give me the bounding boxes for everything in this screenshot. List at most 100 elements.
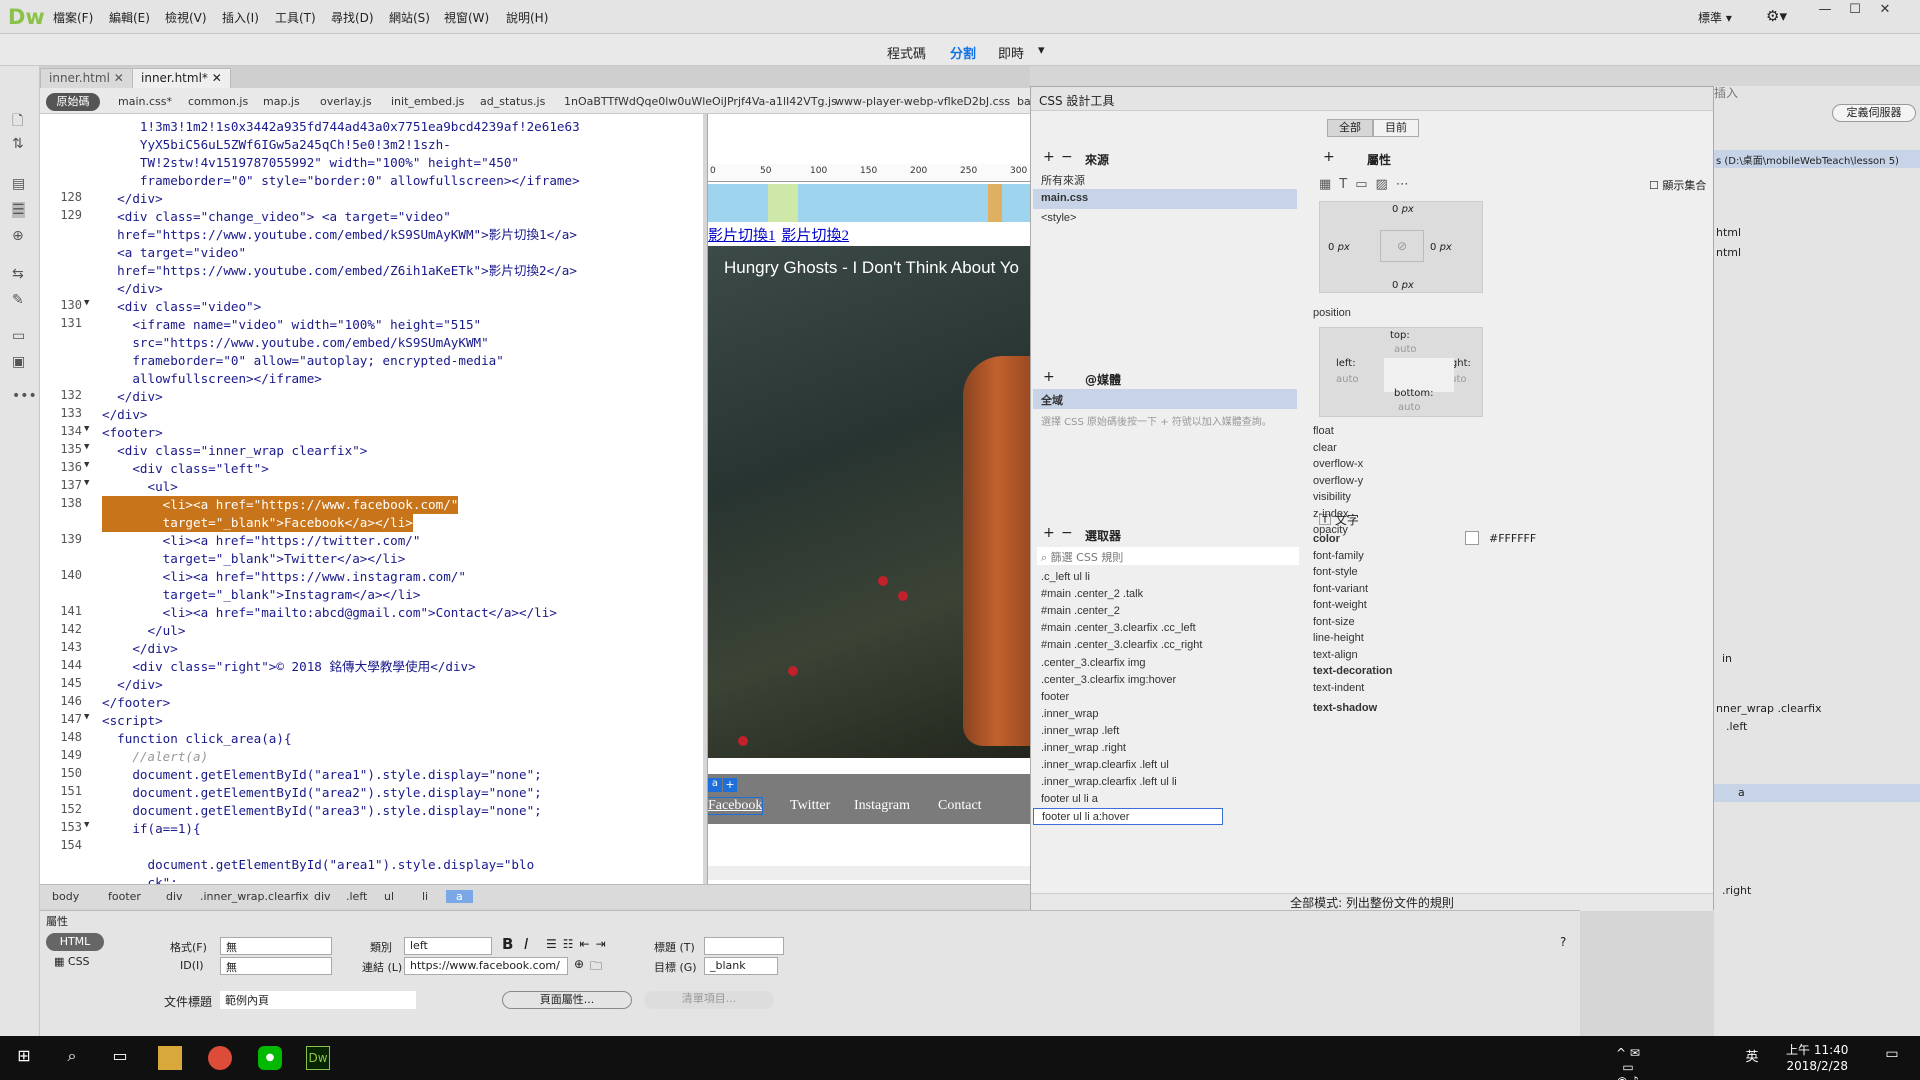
crumb-inner-wrap[interactable]: .inner_wrap.clearfix xyxy=(200,890,309,903)
menu-view[interactable]: 檢視(V) xyxy=(165,9,207,26)
selector-item[interactable]: #main .center_2 .talk xyxy=(1033,586,1297,603)
color-swatch[interactable] xyxy=(1465,531,1479,545)
tray-icons[interactable]: ^ ✉ ▭ ◉ ♪ xyxy=(1616,1046,1640,1080)
close-icon[interactable]: ✕ xyxy=(212,71,222,85)
dom-item-selected[interactable]: a xyxy=(1714,784,1920,802)
close-icon[interactable]: ✕ xyxy=(1870,0,1900,22)
selector-filter-input[interactable]: ⌕ 篩選 CSS 規則 xyxy=(1037,547,1299,565)
chrome-icon[interactable] xyxy=(208,1046,232,1070)
footer-link-facebook[interactable]: Facebook xyxy=(708,797,764,815)
css-property-text-indent[interactable]: text-indent xyxy=(1313,682,1364,694)
title-input[interactable] xyxy=(704,937,784,955)
tag-badge[interactable]: a xyxy=(708,778,722,792)
gear-icon[interactable]: ⚙▾ xyxy=(1766,7,1787,25)
show-set-checkbox[interactable]: ☐ 顯示集合 xyxy=(1649,177,1706,193)
ime-indicator[interactable]: 英 xyxy=(1740,1046,1764,1070)
css-property-text-shadow[interactable]: text-shadow xyxy=(1313,702,1377,714)
source-main-css[interactable]: main.css xyxy=(1033,189,1297,209)
doc-title-input[interactable]: 範例內頁 xyxy=(220,991,416,1009)
file-item[interactable]: html xyxy=(1716,226,1741,239)
crumb-div[interactable]: div xyxy=(166,890,183,903)
css-property-color[interactable]: color xyxy=(1313,533,1340,545)
comment-icon[interactable]: ▭ xyxy=(12,328,25,344)
footer-link-instagram[interactable]: Instagram xyxy=(854,798,910,814)
selector-item[interactable]: .center_3.clearfix img xyxy=(1033,655,1297,672)
minimize-icon[interactable]: — xyxy=(1810,0,1840,22)
add-icon[interactable]: + xyxy=(723,778,737,792)
workspace-select[interactable]: 標準 ▾ xyxy=(1698,9,1732,26)
code-view-button[interactable]: 程式碼 xyxy=(887,43,926,62)
link-icon[interactable]: ⊘ xyxy=(1380,230,1424,262)
notification-icon[interactable]: ▭ xyxy=(1880,1046,1904,1070)
css-property-clear[interactable]: clear xyxy=(1313,442,1337,454)
selector-item[interactable]: .center_3.clearfix img:hover xyxy=(1033,672,1297,689)
menu-insert[interactable]: 插入(I) xyxy=(222,9,259,26)
task-view-icon[interactable]: ▭ xyxy=(108,1046,132,1070)
source-all[interactable]: 所有來源 xyxy=(1033,169,1297,189)
fold-icon[interactable]: ▼ xyxy=(84,820,89,830)
menu-find[interactable]: 尋找(D) xyxy=(331,9,374,26)
menu-window[interactable]: 視窗(W) xyxy=(444,9,489,26)
crumb-a[interactable]: a xyxy=(446,890,473,903)
dom-item[interactable]: .right xyxy=(1722,884,1751,897)
format-icon[interactable]: ☰ xyxy=(12,202,25,218)
link-input[interactable]: https://www.facebook.com/ xyxy=(404,957,568,975)
view-dropdown-icon[interactable]: ▾ xyxy=(1038,43,1045,58)
list-item-button[interactable]: 清單項目... xyxy=(644,991,774,1009)
remove-selector-icon[interactable]: − xyxy=(1061,525,1073,541)
padding-bottom[interactable]: 0 px xyxy=(1392,280,1414,291)
line-icon[interactable]: ● xyxy=(258,1046,282,1070)
dom-item[interactable]: .left xyxy=(1726,720,1747,733)
css-property-text-decoration[interactable]: text-decoration xyxy=(1313,665,1392,677)
source-code-button[interactable]: 原始碼 xyxy=(46,93,100,111)
video-link-2[interactable]: 影片切換2 xyxy=(782,228,850,244)
code-editor[interactable]: 1!3m3!1m2!1s0x3442a935fd744ad43a0x7751ea… xyxy=(40,114,703,884)
selector-item[interactable]: #main .center_2 xyxy=(1033,603,1297,620)
point-to-file-icon[interactable]: ⊕ xyxy=(574,957,584,971)
tab-inner-html[interactable]: inner.html ✕ xyxy=(40,68,133,88)
crumb-li[interactable]: li xyxy=(422,890,428,903)
css-property-font-family[interactable]: font-family xyxy=(1313,550,1364,562)
related-file[interactable]: main.css* xyxy=(118,95,172,108)
media-global[interactable]: 全域 xyxy=(1033,389,1297,409)
bold-button[interactable]: B xyxy=(502,935,513,953)
all-mode-button[interactable]: 全部 xyxy=(1327,119,1373,137)
add-property-icon[interactable]: + xyxy=(1323,149,1335,165)
padding-right[interactable]: 0 px xyxy=(1430,242,1452,253)
selector-item[interactable]: .inner_wrap.clearfix .left ul li xyxy=(1033,774,1297,791)
related-file[interactable]: common.js xyxy=(188,95,248,108)
split-view-button[interactable]: 分割 xyxy=(950,43,976,62)
add-source-icon[interactable]: + xyxy=(1043,149,1055,165)
format-select[interactable]: 無 xyxy=(220,937,332,955)
css-property-overflow-y[interactable]: overflow-y xyxy=(1313,475,1363,487)
live-view-button[interactable]: 即時 xyxy=(998,43,1024,62)
category-icons[interactable]: ▦T▭▨⋯ xyxy=(1319,177,1417,192)
selector-item[interactable]: footer ul li a:hover xyxy=(1033,808,1223,826)
search-icon[interactable]: ⌕ xyxy=(60,1046,84,1070)
css-property-line-height[interactable]: line-height xyxy=(1313,632,1364,644)
maximize-icon[interactable]: ☐ xyxy=(1840,0,1870,22)
selector-item[interactable]: .inner_wrap xyxy=(1033,706,1297,723)
selector-item[interactable]: #main .center_3.clearfix .cc_left xyxy=(1033,620,1297,637)
crumb-left[interactable]: .left xyxy=(346,890,367,903)
browse-folder-icon[interactable]: 🗀 xyxy=(590,957,602,978)
define-server-button[interactable]: 定義伺服器 xyxy=(1832,104,1916,122)
related-file[interactable]: ba xyxy=(1017,95,1031,108)
clock[interactable]: 上午 11:40 2018/2/28 xyxy=(1786,1042,1848,1074)
selector-item[interactable]: #main .center_3.clearfix .cc_right xyxy=(1033,637,1297,654)
crumb-footer[interactable]: footer xyxy=(108,890,141,903)
brush-icon[interactable]: ✎ xyxy=(12,292,24,308)
dreamweaver-taskbar-icon[interactable]: Dw xyxy=(306,1046,330,1070)
selector-item[interactable]: .inner_wrap .left xyxy=(1033,723,1297,740)
css-property-font-size[interactable]: font-size xyxy=(1313,616,1355,628)
class-select[interactable]: left xyxy=(404,937,492,955)
padding-left[interactable]: 0 px xyxy=(1328,242,1350,253)
css-property-font-style[interactable]: font-style xyxy=(1313,566,1358,578)
file-icon[interactable]: 🗋 xyxy=(12,110,23,134)
remove-source-icon[interactable]: − xyxy=(1061,149,1073,165)
selector-item[interactable]: .inner_wrap.clearfix .left ul xyxy=(1033,757,1297,774)
outdent-icon[interactable]: ▣ xyxy=(12,354,25,370)
dom-item[interactable]: nner_wrap .clearfix xyxy=(1716,702,1822,715)
css-property-overflow-x[interactable]: overflow-x xyxy=(1313,458,1363,470)
pos-bottom-value[interactable]: auto xyxy=(1398,402,1421,413)
